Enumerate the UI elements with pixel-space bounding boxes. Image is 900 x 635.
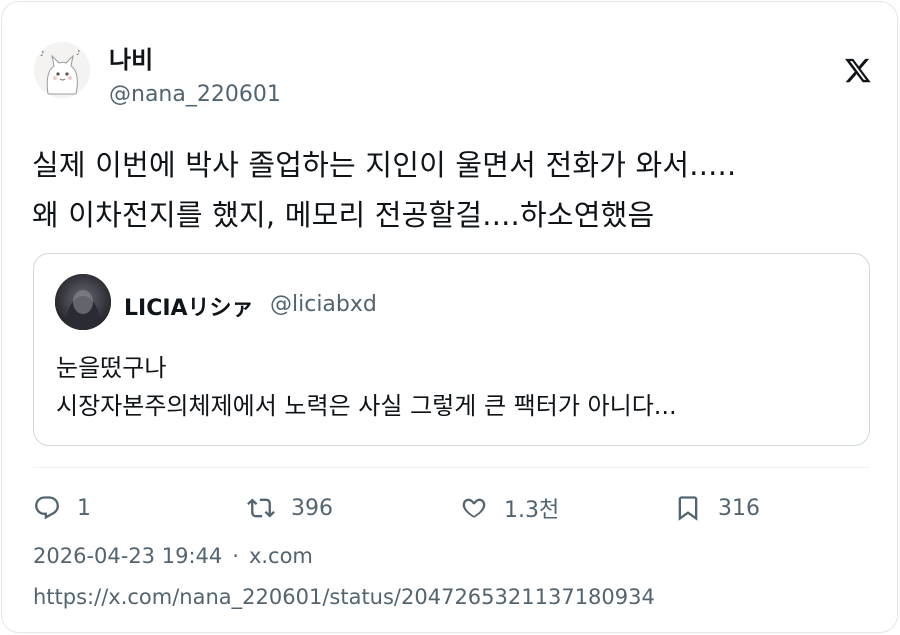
retweet-count: 396 — [291, 495, 333, 521]
quoted-line: 눈을떴구나 — [56, 354, 167, 382]
like-button[interactable]: 1.3천 — [460, 490, 559, 526]
tweet-line: 왜 이차전지를 했지, 메모리 전공할걸....하소연했음 — [32, 198, 655, 232]
reply-button[interactable]: 1 — [33, 490, 91, 526]
quoted-tweet[interactable]: LICIAリシァ @liciabxd 눈을떴구나 시장자본주의체제에서 노력은 … — [33, 253, 870, 446]
white-cat-avatar-icon: ♪ ♪ — [34, 42, 90, 98]
quoted-author-avatar[interactable] — [55, 274, 111, 330]
reply-icon — [35, 496, 59, 520]
quoted-text: 눈을떴구나 시장자본주의체제에서 노력은 사실 그렇게 큰 팩터가 아니다... — [56, 349, 677, 425]
quoted-author-name[interactable]: LICIAリシァ — [124, 290, 254, 322]
bookmark-count: 316 — [718, 495, 760, 521]
quoted-line: 시장자본주의체제에서 노력은 사실 그렇게 큰 팩터가 아니다... — [56, 392, 677, 420]
author-display-name[interactable]: 나비 — [109, 40, 153, 75]
retweet-button[interactable]: 396 — [247, 490, 333, 526]
tweet-card: ♪ ♪ 나비 @nana_220601 실제 이번에 박사 졸업하는 지인이 울… — [1, 1, 898, 633]
source-domain: x.com — [248, 544, 313, 568]
x-logo-icon[interactable] — [844, 56, 872, 84]
svg-text:♪: ♪ — [76, 49, 80, 57]
tweet-meta: 2026-04-23 19:44 · x.com — [33, 544, 313, 568]
svg-text:♪: ♪ — [40, 50, 44, 58]
tweet-line: 실제 이번에 박사 졸업하는 지인이 울면서 전화가 와서..... — [32, 148, 737, 182]
author-handle[interactable]: @nana_220601 — [109, 82, 281, 107]
tweet-text: 실제 이번에 박사 졸업하는 지인이 울면서 전화가 와서..... 왜 이차전… — [32, 140, 872, 240]
timestamp[interactable]: 2026-04-23 19:44 — [33, 544, 222, 568]
bookmark-icon — [678, 496, 698, 521]
author-avatar[interactable]: ♪ ♪ — [34, 42, 90, 98]
tweet-url[interactable]: https://x.com/nana_220601/status/2047265… — [33, 585, 655, 609]
dark-portrait-avatar-icon — [55, 274, 111, 330]
like-count: 1.3천 — [504, 498, 560, 523]
bookmark-button[interactable]: 316 — [674, 490, 760, 526]
quoted-author-handle[interactable]: @liciabxd — [270, 292, 377, 317]
retweet-icon — [247, 498, 275, 518]
meta-separator: · — [232, 544, 239, 568]
heart-icon — [462, 498, 486, 518]
divider — [33, 467, 870, 468]
reply-count: 1 — [77, 495, 91, 521]
